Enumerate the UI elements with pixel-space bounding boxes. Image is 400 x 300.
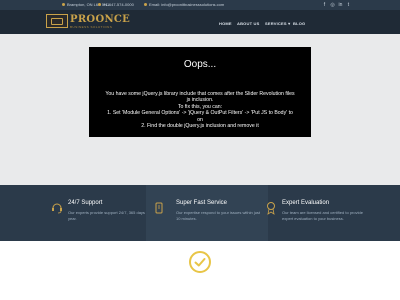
slider-area: Oops... You have some jQuery.js library … — [0, 34, 400, 185]
feature-fast-service: Super Fast Service Our expertise respond… — [146, 185, 268, 241]
email-icon — [144, 3, 147, 7]
speed-icon — [155, 202, 163, 214]
feature-expert-evaluation: Expert Evaluation Our team are licensed … — [258, 185, 380, 241]
location-icon — [62, 3, 65, 7]
features-band: 24/7 Support Our experts provide support… — [0, 185, 400, 241]
feature-desc: Our experts provide support 24/7, 365 da… — [68, 210, 149, 221]
nav-blog[interactable]: BLOG — [293, 21, 305, 26]
instagram-icon[interactable]: ◎ — [330, 2, 335, 8]
support-icon — [52, 203, 62, 214]
content-area — [0, 241, 400, 300]
chevron-down-icon: ▾ — [288, 21, 291, 26]
phone-item[interactable]: +1-647-574-0000 — [98, 2, 134, 8]
nav-services[interactable]: SERVICES ▾ — [265, 21, 290, 26]
award-icon — [267, 202, 275, 215]
phone-text[interactable]: +1-647-574-0000 — [103, 2, 134, 7]
error-body: You have some jQuery.js library include … — [94, 91, 306, 129]
feature-title: Expert Evaluation — [282, 200, 330, 206]
error-line: 1. Set 'Module General Options' -> 'jQue… — [107, 110, 293, 117]
email-text[interactable]: Email: info@proonitbusinesssolutions.com — [149, 2, 224, 7]
feature-desc: Our team are licensed and certified to p… — [282, 210, 363, 221]
logo-tagline: BUSINESS SOLUTIONS — [70, 25, 113, 29]
nav-services-label: SERVICES — [265, 21, 287, 26]
nav-home[interactable]: HOME — [219, 21, 232, 26]
top-info-bar: Brampton, ON L6X 5N1 +1-647-574-0000 Ema… — [0, 0, 400, 10]
feature-title: Super Fast Service — [176, 200, 228, 206]
logo-wordmark[interactable]: PROONCE — [70, 15, 130, 25]
check-circle-icon — [189, 251, 211, 273]
facebook-icon[interactable]: f — [322, 2, 327, 8]
nav-about-us[interactable]: ABOUT US — [237, 21, 260, 26]
error-title: Oops... — [183, 59, 217, 70]
error-line: 2. Find the double jQuery.js inclusion a… — [141, 123, 259, 130]
linkedin-icon[interactable]: in — [338, 2, 343, 8]
logo-camera-icon[interactable] — [46, 14, 68, 28]
email-item[interactable]: Email: info@proonitbusinesssolutions.com — [144, 2, 224, 8]
feature-title: 24/7 Support — [68, 200, 103, 206]
phone-icon — [98, 3, 101, 7]
feature-desc: Our expertise respond to your issues wit… — [176, 210, 261, 221]
twitter-icon[interactable]: t — [346, 2, 351, 8]
error-message-box: Oops... You have some jQuery.js library … — [89, 47, 311, 137]
